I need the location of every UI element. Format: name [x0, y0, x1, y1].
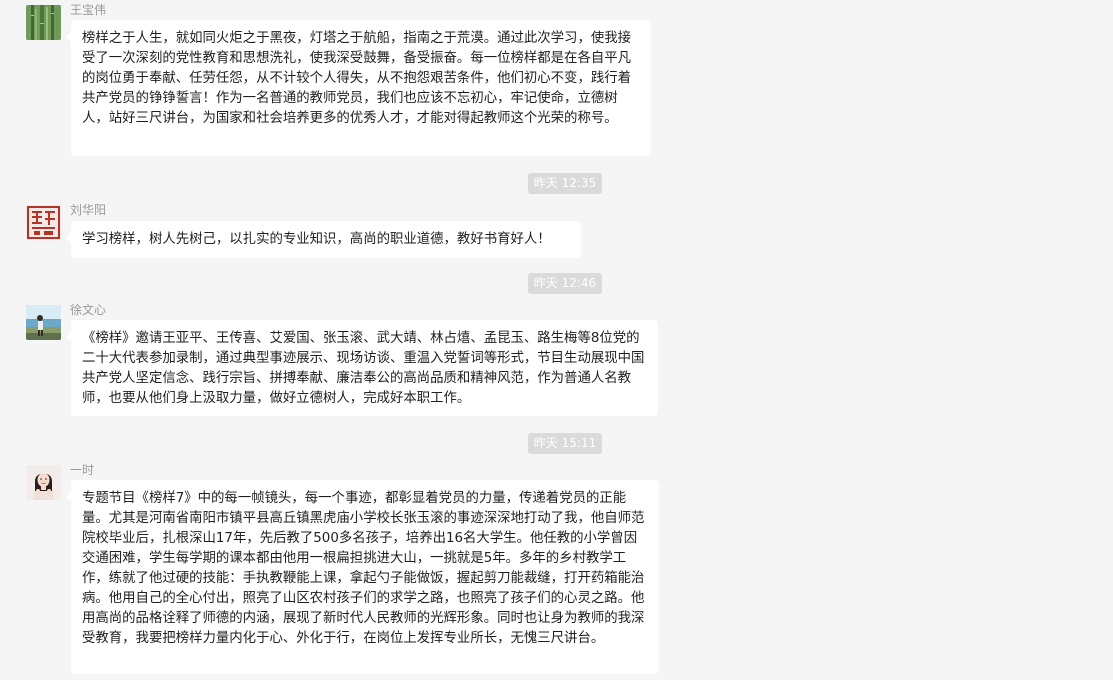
timestamp-pill: 昨天 12:46	[528, 273, 602, 294]
message-bubble[interactable]: 榜样之于人生，就如同火炬之于黑夜，灯塔之于航船，指南之于荒漠。通过此次学习，使我…	[66, 20, 651, 156]
sender-name: 一时	[70, 463, 95, 477]
sender-name: 刘华阳	[70, 203, 107, 217]
timestamp-pill: 昨天 12:35	[528, 173, 602, 194]
woman-portrait-avatar-icon[interactable]	[26, 465, 61, 500]
seaside-photo-avatar-icon[interactable]	[26, 305, 61, 340]
sender-name: 徐文心	[70, 303, 107, 317]
message-bubble[interactable]: 《榜样》邀请王亚平、王传喜、艾爱国、张玉滚、武大靖、林占熺、孟昆玉、路生梅等8位…	[66, 320, 658, 416]
message-bubble[interactable]: 专题节目《榜样7》中的每一帧镜头，每一个事迹，都彰显着党员的力量，传递着党员的正…	[66, 480, 659, 674]
sender-name: 王宝伟	[70, 3, 107, 17]
message-bubble[interactable]: 学习榜样，树人先树己，以扎实的专业知识，高尚的职业道德，教好书育好人！	[66, 221, 581, 258]
bamboo-avatar-icon[interactable]	[26, 5, 61, 40]
chat-message-list[interactable]: 王宝伟 榜样之于人生，就如同火炬之于黑夜，灯塔之于航船，指南之于荒漠。通过此次学…	[0, 0, 1113, 680]
timestamp-pill: 昨天 15:11	[528, 433, 602, 454]
red-seal-avatar-icon[interactable]	[26, 205, 61, 240]
